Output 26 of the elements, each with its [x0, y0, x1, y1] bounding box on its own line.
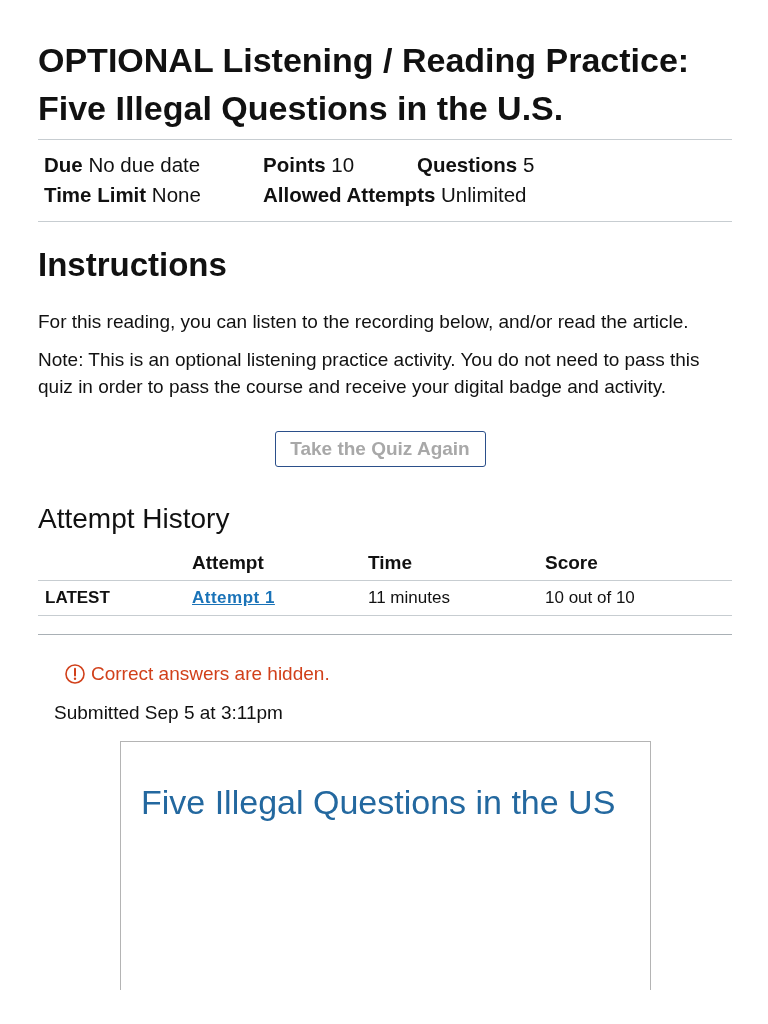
column-header: Attempt — [185, 546, 361, 581]
detail-value: 5 — [522, 153, 535, 176]
column-header: Time — [361, 546, 538, 581]
detail-value: Unlimited — [441, 183, 527, 206]
section-heading: Instructions — [38, 245, 228, 285]
detail-value: 10 — [331, 153, 355, 176]
detail-label: Allowed Attempts — [263, 183, 436, 206]
column-header: Score — [538, 546, 732, 581]
detail-label: Points — [263, 153, 326, 176]
table-cell: 10 out of 10 — [538, 580, 732, 616]
table-cell: 11 minutes — [361, 580, 538, 616]
detail-label: Questions — [417, 153, 518, 176]
notice-text: Correct answers are hidden. — [91, 663, 330, 685]
detail-label: Due — [44, 153, 83, 176]
detail-value: No due date — [88, 153, 201, 176]
detail-value: None — [151, 183, 201, 206]
exclamation-circle-icon — [65, 664, 85, 684]
page-title: OPTIONAL Listening / Reading Practice: Five Illegal Questions in the U.S. — [38, 40, 691, 129]
instruction-text: For this reading, you can listen to the recording below, and/or read the article. — [38, 310, 690, 334]
frame-title: Five Illegal Questions in the US — [141, 783, 617, 821]
section-heading: Attempt History — [38, 503, 231, 535]
detail-label: Time Limit — [44, 183, 147, 206]
attempt-link[interactable]: Attempt 1 — [192, 588, 275, 607]
instruction-text: Note: This is an optional listening practice activity. You do not need to pass this quiz in order to pass the course and receive your digital badge and activity. — [38, 348, 701, 399]
submitted-time: Submitted Sep 5 at 3:11pm — [54, 702, 284, 724]
status-cell: LATEST — [38, 580, 185, 616]
